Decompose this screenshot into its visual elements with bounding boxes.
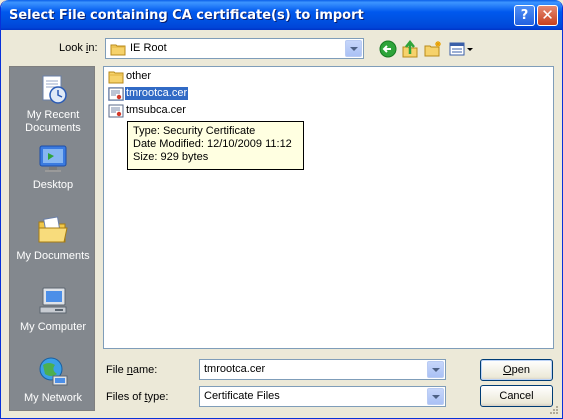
file-name-label-prefix: File (106, 364, 127, 376)
my-computer-icon (39, 287, 67, 314)
up-folder-icon[interactable] (401, 40, 419, 58)
certificate-icon (108, 87, 124, 101)
look-in-label-suffix: n: (88, 42, 98, 54)
folder-icon (110, 44, 126, 56)
help-button[interactable]: ? (514, 5, 535, 26)
folder-icon (108, 71, 124, 84)
file-name-dropdown-arrow[interactable] (427, 361, 444, 378)
file-name-value: tmrootca.cer (204, 363, 266, 375)
place-my-recent-documents[interactable]: My Recent Documents (10, 73, 96, 135)
file-name-label-suffix: ame: (132, 364, 158, 376)
back-arrow-icon[interactable] (379, 40, 397, 58)
my-network-icon (39, 357, 68, 386)
desktop-icon (39, 145, 67, 172)
file-open-dialog: Select File containing CA certificate(s)… (0, 0, 563, 419)
place-my-network[interactable]: My Network (10, 356, 96, 405)
place-my-documents[interactable]: My Documents (10, 214, 96, 263)
files-of-type-label: Files of type: (106, 391, 168, 403)
places-bar: My Recent Documents Desktop My Documents (9, 66, 95, 411)
look-in-dropdown-arrow[interactable] (345, 40, 362, 57)
file-info-tooltip: Type: Security Certificate Date Modified… (127, 121, 304, 170)
place-my-computer[interactable]: My Computer (10, 285, 96, 334)
files-of-type-value: Certificate Files (204, 390, 280, 402)
resize-grip-icon[interactable] (549, 405, 559, 415)
look-in-label: Look in: (59, 42, 98, 54)
file-name-input[interactable]: tmrootca.cer (199, 359, 446, 380)
tooltip-date: Date Modified: 12/10/2009 11:12 (133, 138, 292, 150)
files-of-type-dropdown-arrow[interactable] (427, 388, 444, 405)
place-label-line1: My Documents (16, 250, 90, 262)
close-button[interactable]: ✕ (537, 5, 558, 26)
views-menu-icon[interactable] (448, 40, 474, 58)
files-of-type-label-prefix: Files of (106, 391, 145, 403)
files-of-type-dropdown[interactable]: Certificate Files (199, 386, 446, 407)
look-in-dropdown[interactable]: IE Root (105, 38, 364, 59)
open-button-accel: O (503, 364, 512, 376)
place-desktop[interactable]: Desktop (10, 143, 96, 192)
file-name: tmsubca.cer (126, 104, 186, 116)
place-label-line1: Desktop (32, 179, 74, 191)
tooltip-size: Size: 929 bytes (133, 151, 209, 163)
place-label-line2: Documents (25, 122, 81, 134)
recent-documents-icon (42, 75, 67, 104)
cancel-button[interactable]: Cancel (480, 385, 553, 407)
title-bar[interactable]: Select File containing CA certificate(s)… (1, 0, 562, 30)
files-of-type-label-suffix: ype: (147, 391, 169, 403)
tooltip-type: Type: Security Certificate (133, 125, 256, 137)
place-label-line1: My Network (23, 392, 83, 404)
my-documents-icon (38, 216, 68, 243)
look-in-value: IE Root (130, 42, 167, 54)
new-folder-icon[interactable] (424, 40, 442, 58)
window-title: Select File containing CA certificate(s)… (9, 8, 364, 23)
open-button[interactable]: Open (480, 359, 553, 381)
file-name: tmrootca.cer (125, 87, 189, 100)
file-list[interactable]: other tmrootca.cer tmsubca.cer (103, 66, 554, 349)
open-button-label: pen (511, 364, 530, 376)
place-label-line1: My Recent (26, 109, 80, 121)
place-label-line1: My Computer (19, 321, 87, 333)
file-name: other (126, 70, 152, 82)
look-in-label-prefix: Look (59, 42, 86, 54)
file-name-label: File name: (106, 364, 157, 376)
certificate-icon (108, 104, 124, 118)
